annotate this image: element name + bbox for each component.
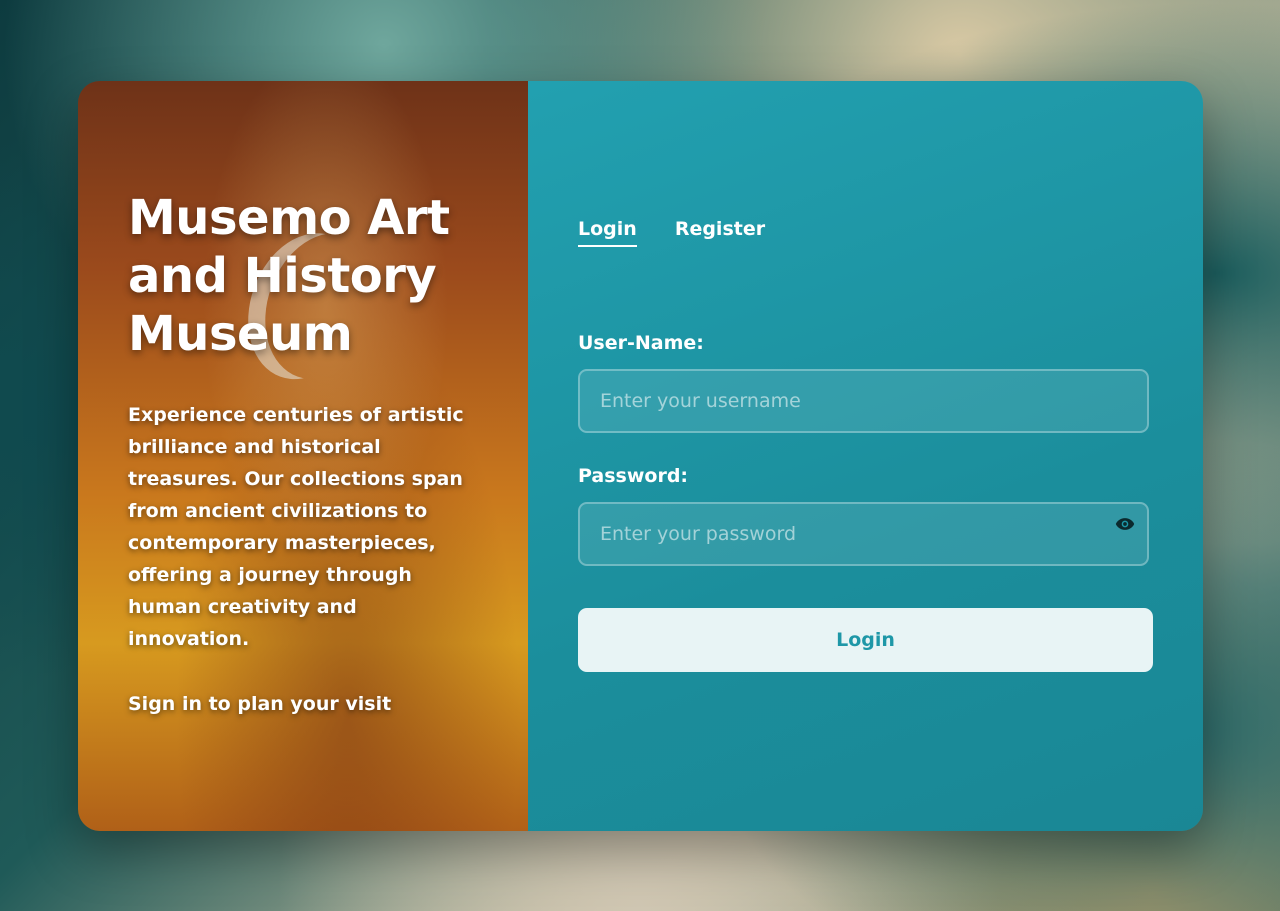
username-label: User-Name: — [578, 332, 704, 354]
username-field-wrapper — [578, 369, 1149, 433]
auth-tabs: Login Register — [578, 218, 765, 247]
auth-panel: Login Register User-Name: Password: Logi… — [528, 81, 1203, 831]
tab-login[interactable]: Login — [578, 218, 637, 247]
tab-register[interactable]: Register — [675, 218, 765, 247]
museum-title: Musemo Art and History Museum — [128, 190, 450, 362]
museum-description: Experience centuries of artistic brillia… — [128, 404, 464, 650]
museum-intro-panel: Musemo Art and History Museum Experience… — [78, 81, 528, 831]
username-input[interactable] — [580, 371, 1147, 431]
password-field-wrapper — [578, 502, 1149, 566]
visit-prompt: Sign in to plan your visit — [128, 693, 392, 715]
password-input[interactable] — [580, 504, 1147, 564]
login-button[interactable]: Login — [578, 608, 1153, 672]
museum-intro-content: Musemo Art and History Museum Experience… — [128, 189, 483, 715]
password-label: Password: — [578, 465, 689, 487]
login-card: Musemo Art and History Museum Experience… — [78, 81, 1203, 831]
eye-icon[interactable] — [1115, 516, 1135, 532]
